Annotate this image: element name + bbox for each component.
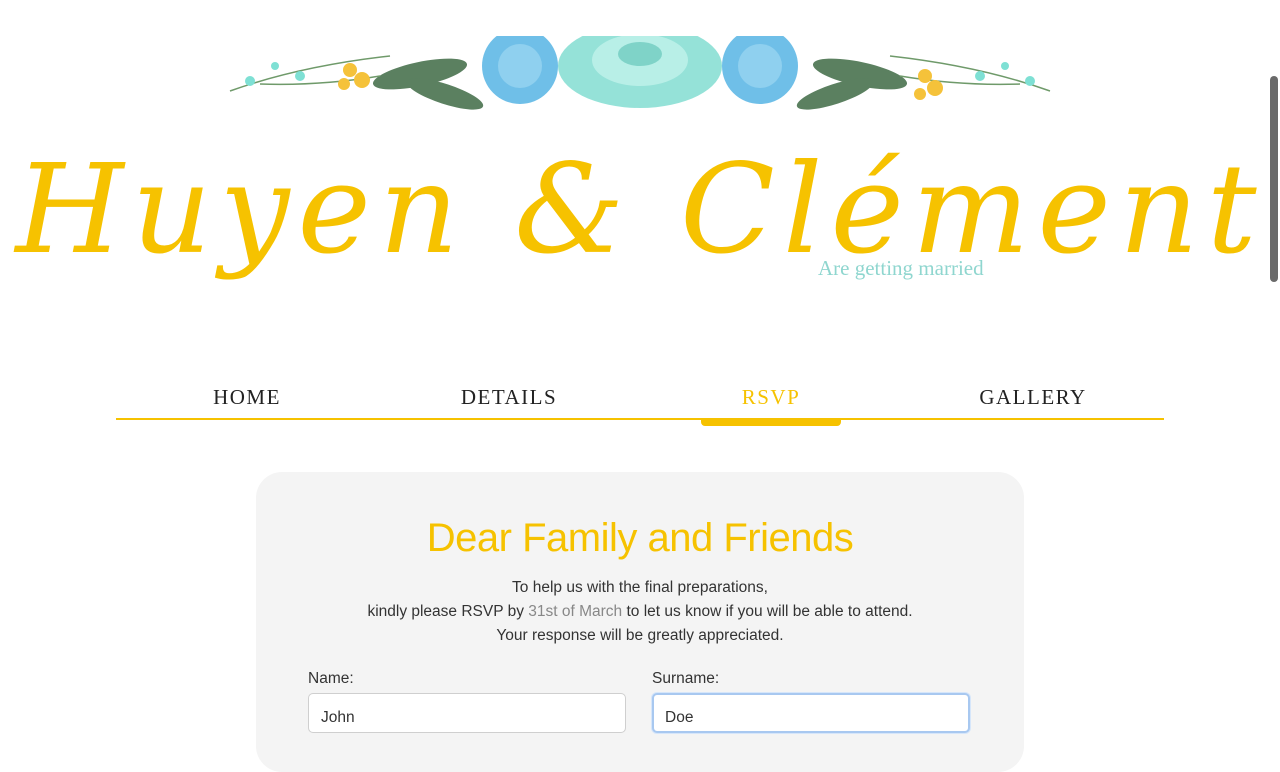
nav-details[interactable]: DETAILS — [378, 380, 640, 418]
nav-rsvp-label: RSVP — [741, 385, 801, 409]
name-label: Name: — [308, 670, 354, 687]
main-nav: HOME DETAILS RSVP GALLERY — [116, 380, 1164, 426]
tagline: Are getting married — [818, 256, 984, 280]
active-tab-indicator — [701, 420, 841, 426]
rsvp-deadline: 31st of March — [528, 603, 623, 620]
nav-gallery[interactable]: GALLERY — [902, 380, 1164, 418]
rsvp-intro: To help us with the final preparations, … — [256, 576, 1024, 648]
couple-names-title: Huyen & Clément — [15, 138, 1265, 282]
rsvp-heading: Dear Family and Friends — [426, 516, 854, 560]
rsvp-card: Dear Family and Friends To help us with … — [256, 472, 1024, 772]
nav-home[interactable]: HOME — [116, 380, 378, 418]
surname-input[interactable] — [652, 693, 970, 733]
surname-label: Surname: — [652, 670, 720, 687]
floral-banner-image — [229, 36, 1051, 110]
name-input[interactable] — [308, 693, 626, 733]
intro-line-2: kindly please RSVP by 31st of March to l… — [256, 600, 1024, 624]
intro-line-2-prefix: kindly please RSVP by — [367, 603, 524, 620]
intro-line-1: To help us with the final preparations, — [512, 579, 768, 596]
intro-line-2-suffix: to let us know if you will be able to at… — [626, 603, 913, 620]
intro-line-3: Your response will be greatly appreciate… — [496, 627, 784, 644]
page-scrollbar[interactable] — [1270, 76, 1278, 282]
nav-rsvp[interactable]: RSVP — [640, 380, 902, 426]
